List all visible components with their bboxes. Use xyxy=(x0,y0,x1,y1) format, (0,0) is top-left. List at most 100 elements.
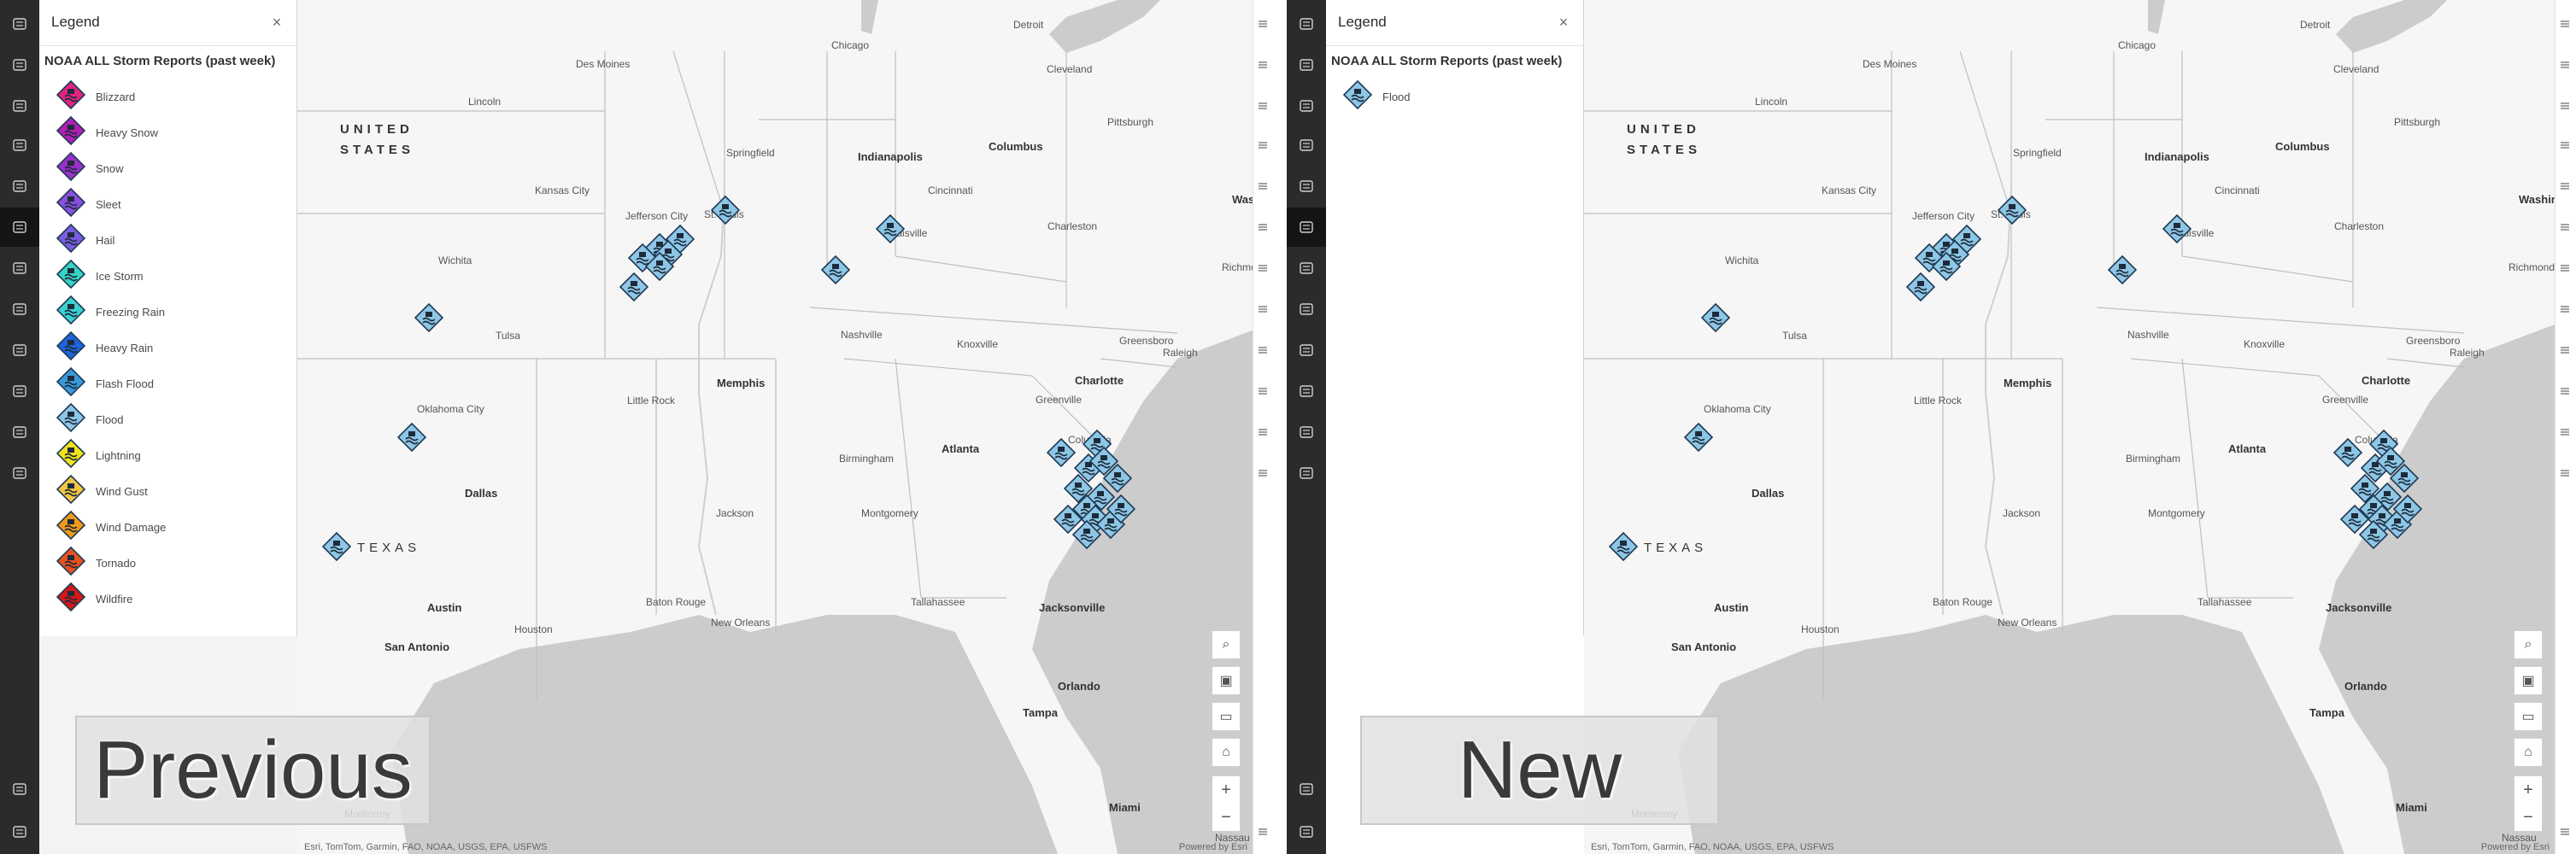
print-icon[interactable] xyxy=(0,453,39,493)
layers-icon[interactable] xyxy=(0,45,39,85)
fields-icon[interactable] xyxy=(1253,210,1271,244)
apps-icon[interactable] xyxy=(0,412,39,452)
info-icon[interactable] xyxy=(1287,769,1326,809)
layer-switch-icon[interactable]: ▣ xyxy=(1212,666,1241,695)
settings-icon[interactable] xyxy=(1287,330,1326,370)
legend-list-icon[interactable] xyxy=(1287,208,1326,247)
collapse-icon[interactable] xyxy=(1253,815,1271,849)
arcade-icon[interactable] xyxy=(1253,374,1271,408)
effects-icon[interactable] xyxy=(2555,128,2574,162)
print-icon[interactable] xyxy=(1287,453,1326,493)
home-icon[interactable]: ⌂ xyxy=(2514,738,2543,767)
properties-icon[interactable] xyxy=(2555,7,2574,41)
measure-icon[interactable] xyxy=(2555,456,2574,490)
arcade-icon[interactable] xyxy=(2555,374,2574,408)
expand-icon[interactable] xyxy=(0,812,39,851)
table-icon[interactable] xyxy=(1287,86,1326,126)
flood-marker[interactable] xyxy=(1700,302,1731,333)
table-icon[interactable] xyxy=(0,86,39,126)
grid-icon[interactable] xyxy=(1287,126,1326,165)
layer-switch-icon[interactable]: ▣ xyxy=(2514,666,2543,695)
zoom-in-button[interactable]: + xyxy=(2514,776,2542,804)
flood-marker[interactable] xyxy=(1683,422,1714,453)
flood-marker[interactable] xyxy=(2107,254,2138,285)
powered-by-esri[interactable]: Powered by Esri xyxy=(2481,842,2550,852)
city-label: Detroit xyxy=(1013,19,1044,31)
city-label: Dallas xyxy=(465,487,498,500)
bookmark-icon[interactable] xyxy=(0,249,39,288)
map-view[interactable]: UNITED STATES TEXAS Chicago Detroit Cleveland… xyxy=(297,0,1253,854)
card-icon[interactable] xyxy=(1287,290,1326,329)
labels-icon[interactable] xyxy=(2555,251,2574,285)
panel-divider xyxy=(1271,0,1287,854)
flood-marker[interactable] xyxy=(1106,494,1136,524)
add-icon[interactable] xyxy=(0,4,39,44)
sketch-icon[interactable] xyxy=(1253,292,1271,326)
styles-icon[interactable] xyxy=(1253,48,1271,82)
export-icon[interactable] xyxy=(0,371,39,411)
screen-icon[interactable]: ▭ xyxy=(2514,702,2543,731)
edit-icon[interactable] xyxy=(1253,415,1271,449)
filter-icon[interactable] xyxy=(1253,89,1271,123)
pop-ups-icon[interactable] xyxy=(2555,169,2574,203)
city-label: Oklahoma City xyxy=(1704,403,1771,415)
flood-marker[interactable] xyxy=(396,422,427,453)
map-view[interactable]: UNITED STATES TEXAS Chicago Detroit Cleveland… xyxy=(1584,0,2555,854)
city-label: Jackson xyxy=(2003,507,2041,519)
flood-marker[interactable] xyxy=(2332,437,2363,468)
powered-by-esri[interactable]: Powered by Esri xyxy=(1179,842,1247,852)
legend-list-icon[interactable] xyxy=(0,208,39,247)
chart-icon[interactable] xyxy=(1287,167,1326,206)
styles-icon[interactable] xyxy=(2555,48,2574,82)
sketch-icon[interactable] xyxy=(2555,292,2574,326)
flood-marker[interactable] xyxy=(875,214,906,244)
flood-marker[interactable] xyxy=(1608,531,1639,562)
layers-icon[interactable] xyxy=(1287,45,1326,85)
home-icon[interactable]: ⌂ xyxy=(1212,738,1241,767)
filter-icon[interactable] xyxy=(2555,89,2574,123)
export-icon[interactable] xyxy=(1287,371,1326,411)
screen-icon[interactable]: ▭ xyxy=(1212,702,1241,731)
labels-icon[interactable] xyxy=(1253,251,1271,285)
measure-icon[interactable] xyxy=(1253,456,1271,490)
flood-marker[interactable] xyxy=(1046,437,1077,468)
info-icon[interactable] xyxy=(0,769,39,809)
flood-marker[interactable] xyxy=(644,251,675,282)
flood-marker[interactable] xyxy=(1053,504,1083,535)
zoom-out-button[interactable]: − xyxy=(2514,804,2542,831)
pop-ups-icon[interactable] xyxy=(1253,169,1271,203)
fields-icon[interactable] xyxy=(2555,210,2574,244)
chart-icon[interactable] xyxy=(0,167,39,206)
search-icon[interactable]: ⌕ xyxy=(1212,630,1241,659)
effects-icon[interactable] xyxy=(1253,128,1271,162)
flood-marker[interactable] xyxy=(414,302,444,333)
search-icon[interactable]: ⌕ xyxy=(2514,630,2543,659)
expand-icon[interactable] xyxy=(1287,812,1326,851)
properties-icon[interactable] xyxy=(1253,7,1271,41)
flood-marker[interactable] xyxy=(2392,494,2423,524)
zoom-in-button[interactable]: + xyxy=(1212,776,1240,804)
flood-marker[interactable] xyxy=(1931,251,1962,282)
close-icon[interactable]: × xyxy=(1553,12,1574,32)
zoom-out-button[interactable]: − xyxy=(1212,804,1240,831)
card-icon[interactable] xyxy=(0,290,39,329)
close-icon[interactable]: × xyxy=(267,12,287,32)
flood-marker[interactable] xyxy=(2339,504,2370,535)
layer-analysis-icon[interactable] xyxy=(2555,333,2574,367)
flood-marker[interactable] xyxy=(820,254,851,285)
flood-marker[interactable] xyxy=(1905,272,1936,302)
flood-marker[interactable] xyxy=(619,272,649,302)
flood-marker[interactable] xyxy=(1997,195,2027,225)
flood-marker[interactable] xyxy=(2162,214,2192,244)
flood-marker[interactable] xyxy=(321,531,352,562)
apps-icon[interactable] xyxy=(1287,412,1326,452)
grid-icon[interactable] xyxy=(0,126,39,165)
add-icon[interactable] xyxy=(1287,4,1326,44)
city-label: Springfield xyxy=(726,147,775,159)
collapse-icon[interactable] xyxy=(2555,815,2574,849)
layer-analysis-icon[interactable] xyxy=(1253,333,1271,367)
flood-marker[interactable] xyxy=(710,195,741,225)
settings-icon[interactable] xyxy=(0,330,39,370)
bookmark-icon[interactable] xyxy=(1287,249,1326,288)
edit-icon[interactable] xyxy=(2555,415,2574,449)
